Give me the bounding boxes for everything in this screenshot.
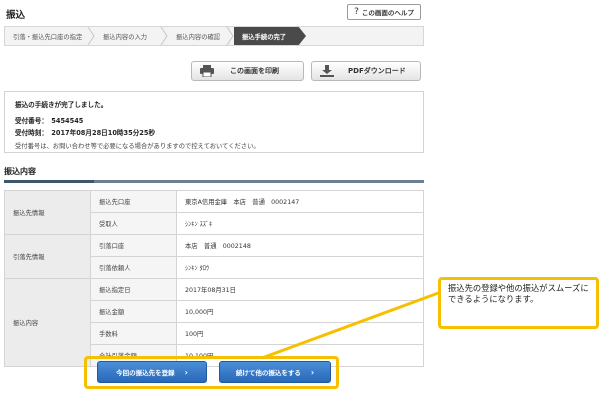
download-icon [320, 65, 334, 77]
step-label: 振込内容の入力 [103, 33, 148, 41]
row-label: 振込先口座 [90, 190, 177, 213]
section-title: 振込内容 [4, 167, 36, 176]
group-label: 振込先情報 [4, 190, 91, 235]
step-complete: 振込手続の完了 [234, 27, 306, 45]
section-divider-accent [4, 180, 94, 183]
continue-transfer-button[interactable]: 続けて他の振込をする › [219, 361, 331, 383]
step-label: 引落・振込先口座の指定 [13, 33, 83, 41]
chevron-right-icon: › [310, 367, 315, 377]
row-value: ｼﾝｷﾝ ｽｽﾞｷ [176, 212, 424, 235]
receipt-number: 受付番号： 5454545 [15, 117, 84, 125]
page-title: 振込 [6, 10, 26, 21]
row-value: 東京A信用金庫 本店 普通 0002147 [176, 190, 424, 213]
chevron-right-icon [87, 27, 95, 45]
completion-message-box: 振込の手続きが完了しました。 受付番号： 5454545 受付時刻： 2017年… [4, 91, 424, 153]
row-label: 受取人 [90, 212, 177, 235]
register-payee-button[interactable]: 今回の振込先を登録 › [97, 361, 207, 383]
step-confirm: 振込内容の確認 [168, 27, 234, 45]
row-value: 本店 普通 0002148 [176, 234, 424, 257]
step-enter-details: 振込内容の入力 [95, 27, 168, 45]
pdf-download-label: PDFダウンロード [348, 67, 406, 75]
row-label: 引落依頼人 [90, 256, 177, 279]
transfer-details-table: 振込先情報 振込先口座 東京A信用金庫 本店 普通 0002147 受取人 ｼﾝ… [4, 190, 424, 367]
step-label: 振込手続の完了 [242, 33, 287, 41]
help-button[interactable]: ? この画面のヘルプ [347, 4, 421, 20]
chevron-right-icon [160, 27, 168, 45]
transfer-complete-page: 振込 ? この画面のヘルプ 引落・振込先口座の指定 振込内容の入力 振込内容の確… [0, 0, 428, 417]
group-label: 振込内容 [4, 278, 91, 367]
row-value: 100円 [176, 322, 424, 345]
group-label: 引落先情報 [4, 234, 91, 279]
progress-steps: 引落・振込先口座の指定 振込内容の入力 振込内容の確認 振込手続の完了 [4, 26, 424, 46]
table-row: 振込先情報 振込先口座 東京A信用金庫 本店 普通 0002147 [4, 190, 424, 235]
chevron-right-icon: › [184, 367, 188, 377]
register-payee-label: 今回の振込先を登録 [116, 369, 175, 377]
row-label: 引落口座 [90, 234, 177, 257]
printer-icon [200, 65, 214, 77]
print-button-label: この画面を印刷 [230, 67, 279, 75]
row-value: 10,000円 [176, 300, 424, 323]
help-button-label: この画面のヘルプ [361, 9, 414, 17]
row-label: 振込指定日 [90, 278, 177, 301]
receipt-time: 受付時刻： 2017年08月28日10時35分25秒 [15, 129, 156, 137]
chevron-right-icon [226, 27, 234, 45]
print-button[interactable]: この画面を印刷 [191, 61, 304, 81]
pdf-download-button[interactable]: PDFダウンロード [311, 61, 421, 81]
row-label: 手数料 [90, 322, 177, 345]
table-row: 振込内容 振込指定日 2017年08月31日 [4, 278, 424, 367]
completion-message: 振込の手続きが完了しました。 [15, 101, 108, 109]
step-label: 振込内容の確認 [176, 33, 221, 41]
question-icon: ? [354, 7, 359, 17]
row-value: 2017年08月31日 [176, 278, 424, 301]
receipt-note: 受付番号は、お問い合わせ等で必要になる場合がありますので控えておいてください。 [15, 143, 260, 150]
callout-text: 振込先の登録や他の振込がスムーズにできるようになります。 [448, 283, 589, 304]
step-select-accounts: 引落・振込先口座の指定 [5, 27, 95, 45]
table-row: 引落先情報 引落口座 本店 普通 0002148 [4, 234, 424, 279]
annotation-callout: 振込先の登録や他の振込がスムーズにできるようになります。 [438, 277, 599, 329]
row-value: ｼﾝｷﾝ ﾀﾛｳ [176, 256, 424, 279]
row-label: 振込金額 [90, 300, 177, 323]
continue-transfer-label: 続けて他の振込をする [235, 369, 301, 377]
